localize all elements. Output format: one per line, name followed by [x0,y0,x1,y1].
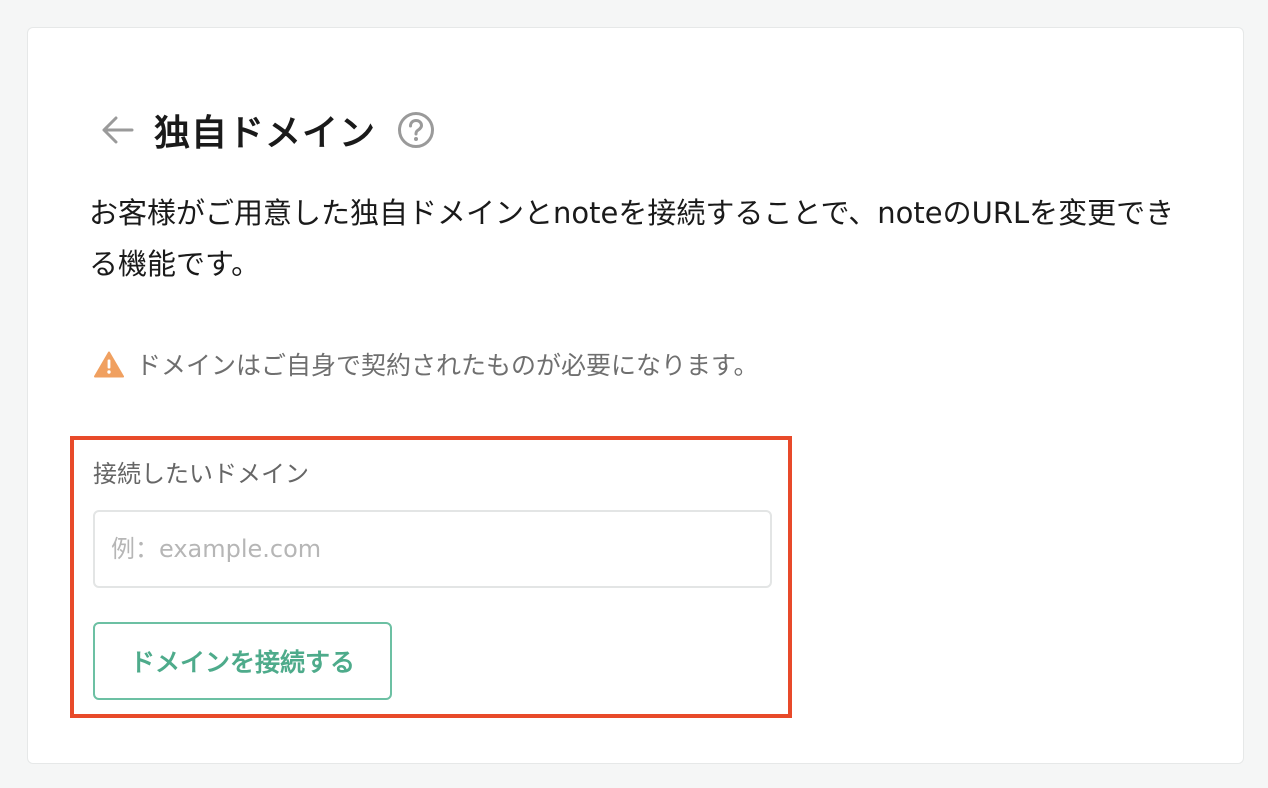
domain-settings-card: 独自ドメイン お客様がご用意した独自ドメインとnoteを接続することで、note… [27,27,1244,764]
question-circle-icon [398,112,435,148]
help-button[interactable] [396,110,436,150]
page-title: 独自ドメイン [154,113,377,154]
title-row: 独自ドメイン [97,104,436,156]
connect-domain-button[interactable]: ドメインを接続する [93,622,392,700]
back-button[interactable] [97,110,137,150]
warning-text: ドメインはご自身で契約されたものが必要になります。 [136,351,759,380]
warning-triangle-icon [94,350,124,378]
domain-input[interactable] [93,510,772,588]
arrow-left-icon [102,116,134,144]
warning-notice: ドメインはご自身で契約されたものが必要になります。 [94,346,759,382]
domain-field-label: 接続したいドメイン [93,460,309,488]
feature-description: お客様がご用意した独自ドメインとnoteを接続することで、noteのURLを変更… [89,196,1175,281]
